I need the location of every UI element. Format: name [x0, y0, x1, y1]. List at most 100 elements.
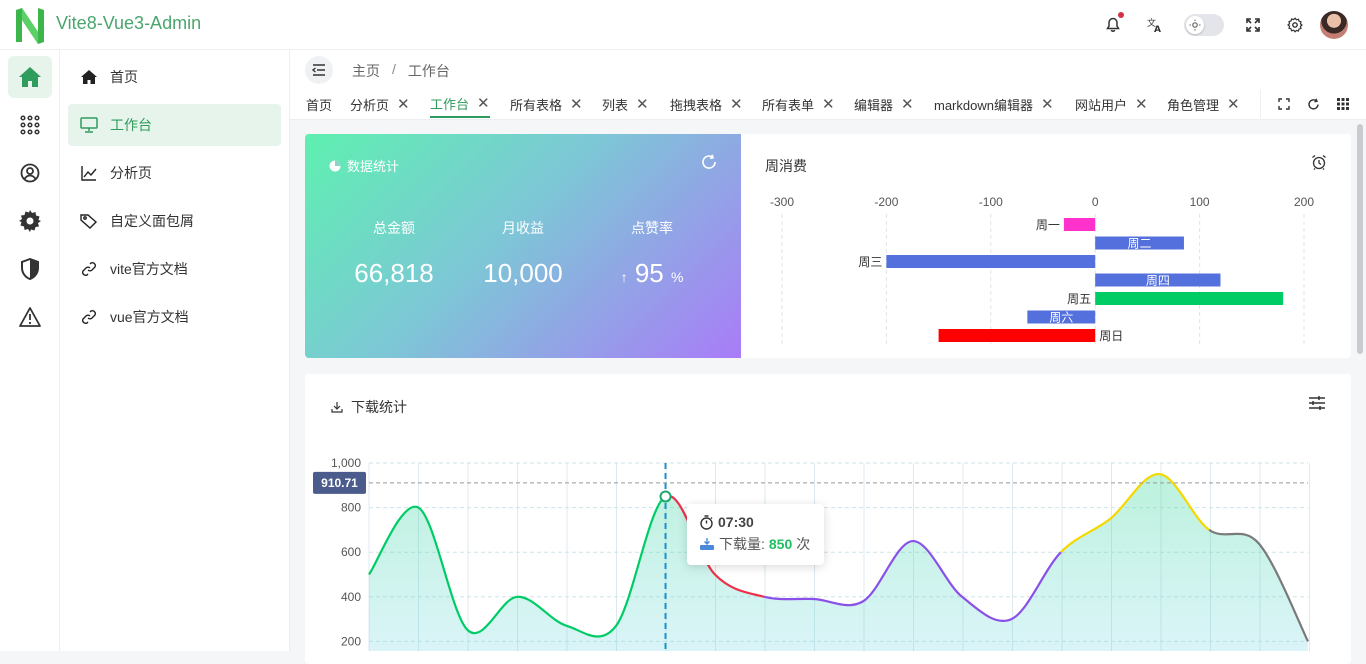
translate-icon: 文A: [1147, 17, 1161, 33]
app-logo[interactable]: [14, 6, 46, 44]
x-tick-label: 200: [1294, 195, 1314, 209]
page-scrollbar[interactable]: [1357, 124, 1363, 354]
breadcrumb-separator: /: [392, 61, 396, 77]
apps-icon: [20, 115, 40, 135]
bar: [1095, 292, 1284, 305]
menu-item-vite-docs[interactable]: vite官方文档: [68, 248, 281, 290]
menu-item-workbench[interactable]: 工作台: [68, 104, 281, 146]
tab-editor[interactable]: 编辑器 ✕: [854, 90, 914, 118]
close-icon[interactable]: ✕: [822, 95, 835, 113]
tab-label: 所有表单: [762, 97, 815, 113]
tab-list[interactable]: 列表 ✕: [602, 90, 649, 118]
stat-label: 总金额: [373, 220, 415, 236]
tab-roles[interactable]: 角色管理 ✕: [1167, 90, 1240, 118]
stats-card: 数据统计 总金额 66,818 月收益 10,000 点赞率 ↑ 95 %: [305, 134, 741, 358]
rail-apps[interactable]: [8, 104, 52, 146]
refresh-icon[interactable]: [701, 154, 717, 170]
bar-label: 周日: [1099, 329, 1123, 343]
tab-analysis[interactable]: 分析页 ✕: [350, 90, 410, 118]
highlight-point: [659, 490, 672, 503]
bar-label: 周一: [1036, 218, 1060, 232]
tab-workbench[interactable]: 工作台 ✕: [430, 90, 490, 118]
close-icon[interactable]: ✕: [1041, 95, 1054, 113]
menu-fold-icon: [312, 64, 325, 76]
tag-icon: [80, 212, 98, 230]
tab-site-users[interactable]: 网站用户 ✕: [1075, 90, 1148, 118]
close-icon[interactable]: ✕: [397, 95, 410, 113]
y-tick-label: 400: [341, 590, 361, 604]
app-title: Vite8-Vue3-Admin: [56, 13, 202, 33]
close-icon[interactable]: ✕: [901, 95, 914, 113]
close-icon[interactable]: ✕: [636, 95, 649, 113]
monitor-icon: [80, 116, 98, 134]
menu-label: 工作台: [110, 117, 152, 133]
grid-menu-icon[interactable]: [1337, 98, 1350, 110]
tab-label: markdown编辑器: [934, 97, 1033, 113]
settings-button[interactable]: [1274, 0, 1316, 50]
fullscreen-icon: [1246, 18, 1260, 32]
x-tick-label: 0: [1092, 195, 1099, 209]
breadcrumb-home[interactable]: 主页: [352, 61, 380, 81]
tooltip-time: 07:30: [699, 514, 812, 530]
bar-label: 周四: [1146, 274, 1170, 288]
download-stats-title-text: 下载统计: [351, 399, 407, 415]
icon-rail: [0, 50, 60, 651]
close-icon[interactable]: ✕: [730, 95, 743, 113]
rail-security[interactable]: [8, 248, 52, 290]
close-icon[interactable]: ✕: [1135, 95, 1148, 113]
close-icon[interactable]: ✕: [570, 95, 583, 113]
expand-icon[interactable]: [1277, 98, 1290, 110]
tab-markdown-editor[interactable]: markdown编辑器 ✕: [934, 90, 1054, 118]
stat-total-amount: 总金额 66,818: [329, 218, 459, 289]
menu-item-vue-docs[interactable]: vue官方文档: [68, 296, 281, 338]
sliders-icon[interactable]: [1309, 396, 1325, 410]
rail-user[interactable]: [8, 152, 52, 194]
bar: [938, 329, 1096, 342]
rail-home[interactable]: [8, 56, 52, 98]
avatar[interactable]: [1320, 11, 1348, 39]
y-tick-label: 800: [341, 501, 361, 515]
download-stats-title: 下载统计: [331, 397, 407, 417]
y-tick-label: 1,000: [331, 456, 361, 470]
notifications-button[interactable]: [1092, 0, 1134, 50]
rail-exception[interactable]: [8, 296, 52, 338]
link-icon: [80, 308, 98, 326]
refresh-icon[interactable]: [1307, 98, 1320, 111]
menu-item-home[interactable]: 首页: [68, 56, 281, 98]
tab-label: 首页: [306, 97, 333, 113]
area-fill: [369, 474, 1308, 651]
tab-label: 角色管理: [1167, 97, 1220, 113]
tab-label: 所有表格: [510, 97, 563, 113]
bar-label: 周三: [858, 255, 882, 269]
stat-unit: %: [670, 269, 684, 285]
fullscreen-button[interactable]: [1232, 0, 1274, 50]
trend-up-icon: ↑: [620, 269, 628, 285]
sun-icon: [1186, 16, 1204, 34]
language-button[interactable]: 文A: [1134, 0, 1176, 50]
menu-label: 首页: [110, 69, 138, 85]
bar: [886, 255, 1096, 268]
shield-icon: [21, 258, 39, 280]
close-icon[interactable]: ✕: [477, 94, 490, 112]
tab-label: 网站用户: [1075, 97, 1128, 113]
breadcrumb: 主页 / 工作台: [352, 61, 450, 81]
x-tick-label: 100: [1190, 195, 1210, 209]
tab-all-forms[interactable]: 所有表单 ✕: [762, 90, 835, 118]
download-icon: [331, 402, 343, 413]
tab-drag-table[interactable]: 拖拽表格 ✕: [670, 90, 743, 118]
notification-badge: [1118, 12, 1124, 18]
theme-toggle[interactable]: [1184, 14, 1224, 36]
bar: [1063, 218, 1096, 231]
menu-label: vite官方文档: [110, 261, 188, 277]
menu-item-analysis[interactable]: 分析页: [68, 152, 281, 194]
tab-label: 列表: [602, 97, 629, 113]
rail-settings[interactable]: [8, 200, 52, 242]
user-icon: [20, 163, 40, 183]
menu-item-breadcrumb[interactable]: 自定义面包屑: [68, 200, 281, 242]
menu-collapse-button[interactable]: [305, 56, 333, 84]
tab-home[interactable]: 首页: [306, 90, 332, 118]
bar-label: 周二: [1128, 237, 1152, 251]
bell-icon: [1106, 17, 1120, 32]
tab-all-tables[interactable]: 所有表格 ✕: [510, 90, 583, 118]
close-icon[interactable]: ✕: [1227, 95, 1240, 113]
